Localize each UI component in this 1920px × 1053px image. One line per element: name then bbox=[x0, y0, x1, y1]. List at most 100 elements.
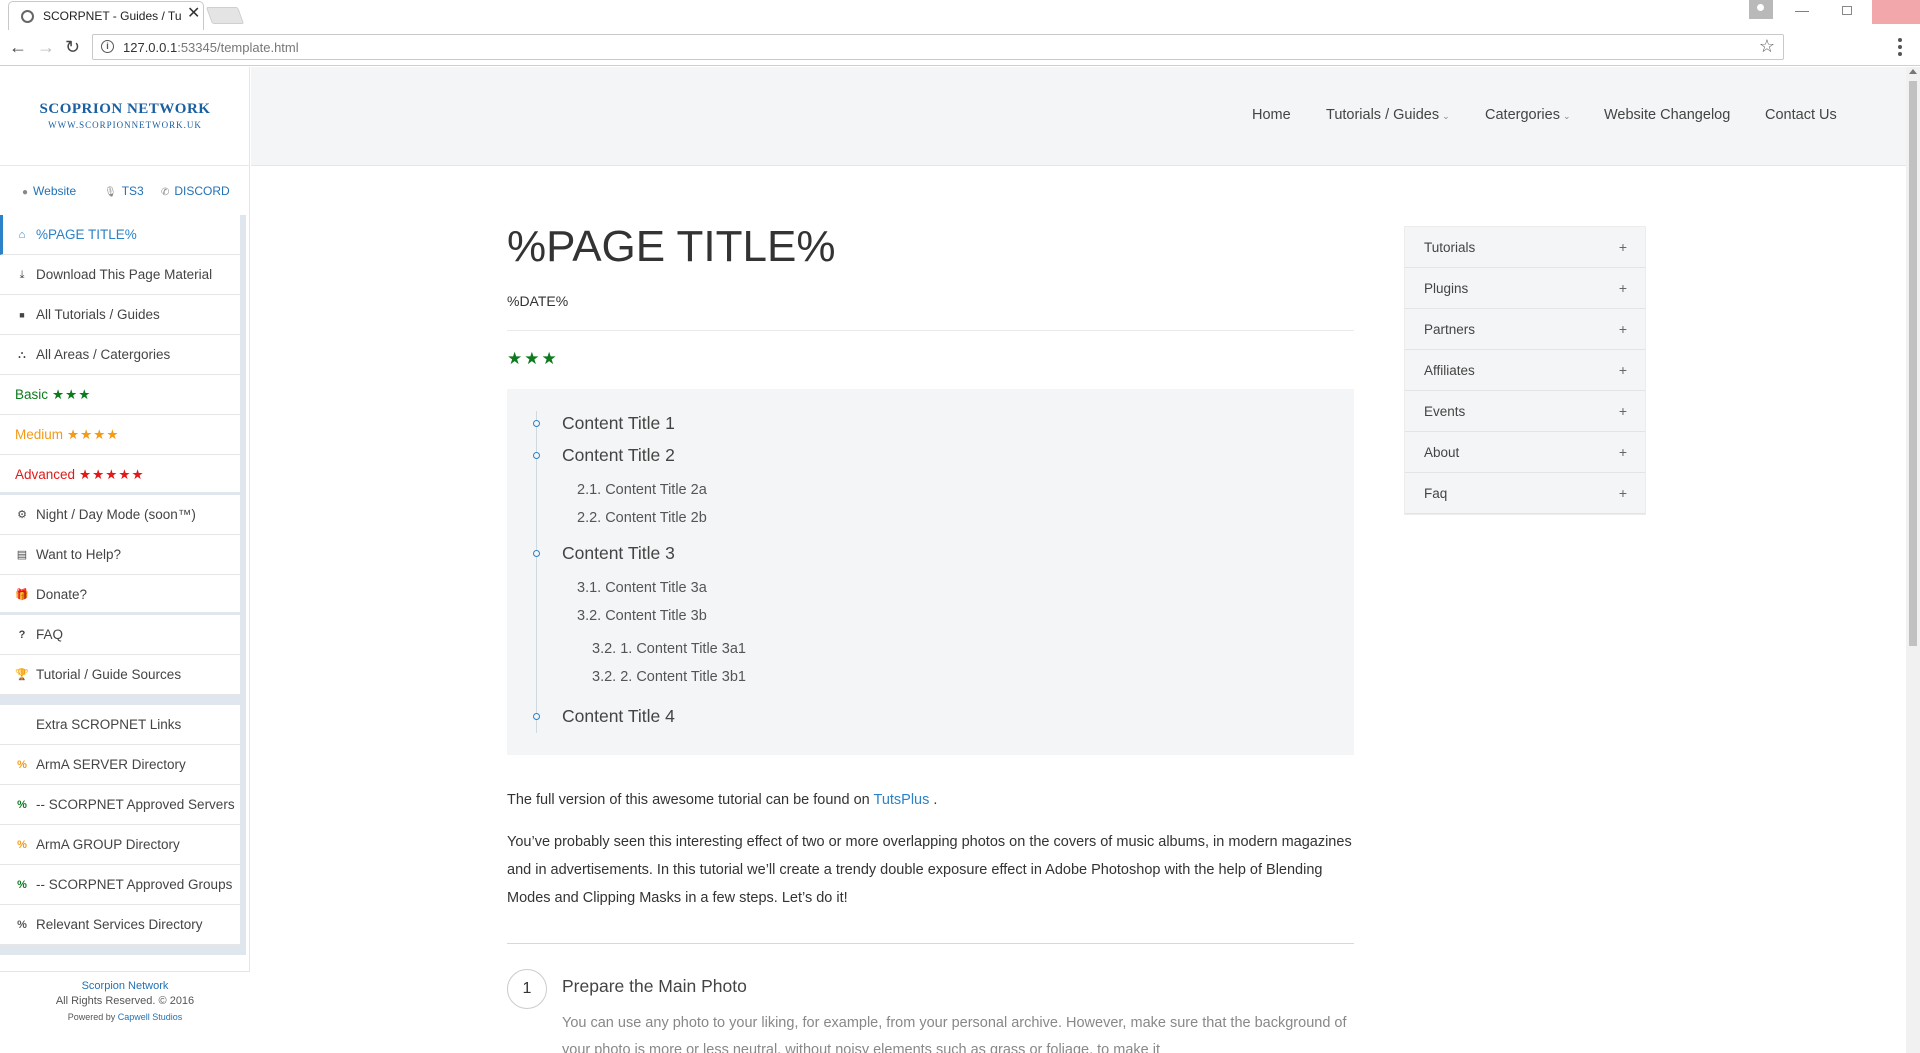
bookmark-star-icon[interactable]: ☆ bbox=[1759, 36, 1775, 57]
sidebar-item-all-tutorials[interactable]: ■ All Tutorials / Guides bbox=[0, 295, 240, 335]
toc-item[interactable]: 2.2. Content Title 2b bbox=[577, 510, 707, 526]
address-url[interactable]: 127.0.0.1:53345/template.html bbox=[123, 40, 299, 55]
tab-close-icon[interactable]: ✕ bbox=[187, 5, 200, 23]
cogs-icon: ⚙ bbox=[17, 509, 27, 521]
toc-item[interactable]: 3.1. Content Title 3a bbox=[577, 580, 707, 596]
page-title: %PAGE TITLE% bbox=[507, 222, 836, 271]
toc-item[interactable]: 3.2. Content Title 3b bbox=[577, 608, 707, 624]
accordion-item-faq[interactable]: Faq + bbox=[1405, 473, 1645, 514]
browser-toolbar: ← → ↻ i 127.0.0.1:53345/template.html ☆ bbox=[0, 30, 1920, 66]
scrollbar-thumb[interactable] bbox=[1909, 81, 1917, 646]
sidebar-item-page-title[interactable]: ⌂ %PAGE TITLE% bbox=[0, 215, 240, 255]
powered-by-link[interactable]: Capwell Studios bbox=[118, 1012, 183, 1022]
toc-item[interactable]: Content Title 4 bbox=[562, 706, 675, 727]
toc-item[interactable]: Content Title 1 bbox=[562, 413, 675, 434]
accordion-item-tutorials[interactable]: Tutorials + bbox=[1405, 227, 1645, 268]
plus-icon: + bbox=[1618, 403, 1627, 419]
nav-tutorials-guides[interactable]: Tutorials / Guides ⌄ bbox=[1326, 107, 1450, 123]
nav-website-changelog[interactable]: Website Changelog bbox=[1604, 107, 1730, 123]
sidebar-item-medium[interactable]: Medium ★★★★ bbox=[0, 415, 240, 455]
sidebar-link-approved-servers[interactable]: % -- SCORPNET Approved Servers bbox=[0, 785, 240, 825]
toc-item[interactable]: 3.2. 1. Content Title 3a1 bbox=[592, 641, 746, 657]
article-date: %DATE% bbox=[507, 293, 569, 309]
quick-link-discord[interactable]: ✆ DISCORD bbox=[161, 184, 230, 198]
sidebar-item-basic[interactable]: Basic ★★★ bbox=[0, 375, 240, 415]
tutsplus-link[interactable]: TutsPlus bbox=[874, 792, 930, 808]
footer-rights: All Rights Reserved. © 2016 bbox=[55, 995, 195, 1007]
sidebar-item-sources[interactable]: 🏆 Tutorial / Guide Sources bbox=[0, 655, 240, 695]
phone-icon: ✆ bbox=[161, 187, 170, 198]
toc-item[interactable]: 3.2. 2. Content Title 3b1 bbox=[592, 669, 746, 685]
quick-links: ● Website 🎙 TS3 ✆ DISCORD bbox=[0, 165, 250, 215]
basic-stars-icon: ★★★ bbox=[52, 387, 92, 402]
category-accordion: Tutorials + Plugins + Partners + Affiliates… bbox=[1404, 226, 1646, 515]
accordion-item-plugins[interactable]: Plugins + bbox=[1405, 268, 1645, 309]
back-icon[interactable]: ← bbox=[9, 36, 27, 58]
folder-icon: ■ bbox=[19, 310, 25, 320]
sitemap-icon: ⛬ bbox=[18, 349, 26, 361]
nav-categories[interactable]: Catergories ⌄ bbox=[1485, 107, 1571, 123]
accordion-item-about[interactable]: About + bbox=[1405, 432, 1645, 473]
sidebar-item-donate[interactable]: 🎁 Donate? bbox=[0, 575, 240, 615]
menu-divider bbox=[0, 945, 240, 955]
quick-link-website[interactable]: ● Website bbox=[22, 184, 76, 198]
sidebar-item-night-day[interactable]: ⚙ Night / Day Mode (soon™) bbox=[0, 495, 240, 535]
sidebar: SCOPRION NETWORK WWW.SCORPIONNETWORK.UK … bbox=[0, 67, 250, 1053]
forward-icon[interactable]: → bbox=[37, 36, 55, 58]
sidebar-link-services-directory[interactable]: % Relevant Services Directory bbox=[0, 905, 240, 945]
brand-logo[interactable]: SCOPRION NETWORK WWW.SCORPIONNETWORK.UK bbox=[0, 67, 250, 165]
accordion-item-affiliates[interactable]: Affiliates + bbox=[1405, 350, 1645, 391]
toc-item[interactable]: 2.1. Content Title 2a bbox=[577, 482, 707, 498]
article-paragraph: You’ve probably seen this interesting ef… bbox=[507, 834, 1352, 906]
divider bbox=[507, 943, 1354, 944]
footer-site-name[interactable]: Scorpion Network bbox=[0, 980, 250, 992]
sidebar-link-arma-server-directory[interactable]: % ArmA SERVER Directory bbox=[0, 745, 240, 785]
page-scrollbar[interactable] bbox=[1906, 67, 1920, 1053]
window-close-button[interactable] bbox=[1872, 0, 1920, 24]
browser-menu-icon[interactable] bbox=[1898, 38, 1902, 59]
nav-contact-us[interactable]: Contact Us bbox=[1765, 107, 1837, 123]
sidebar-item-advanced[interactable]: Advanced ★★★★★ bbox=[0, 455, 240, 495]
browser-tab[interactable]: SCORPNET - Guides / Tu ✕ bbox=[8, 1, 204, 30]
toc-item[interactable]: Content Title 2 bbox=[562, 445, 675, 466]
minimize-icon[interactable]: — bbox=[1795, 2, 1809, 18]
sidebar-item-download[interactable]: ⤓ Download This Page Material bbox=[0, 255, 240, 295]
plus-icon: + bbox=[1618, 280, 1627, 296]
sidebar-link-approved-groups[interactable]: % -- SCORPNET Approved Groups bbox=[0, 865, 240, 905]
link-icon: % bbox=[17, 759, 27, 771]
divider bbox=[507, 330, 1354, 331]
globe-icon: ● bbox=[22, 187, 29, 198]
sidebar-item-all-areas[interactable]: ⛬ All Areas / Catergories bbox=[0, 335, 240, 375]
new-tab-button[interactable] bbox=[205, 7, 245, 24]
sidebar-item-faq[interactable]: ? FAQ bbox=[0, 615, 240, 655]
home-icon: ⌂ bbox=[18, 229, 26, 241]
medium-stars-icon: ★★★★ bbox=[67, 427, 120, 442]
reload-icon[interactable]: ↻ bbox=[65, 36, 80, 58]
book-icon: ▤ bbox=[16, 549, 28, 561]
menu-divider bbox=[0, 695, 240, 705]
nav-home[interactable]: Home bbox=[1252, 107, 1291, 123]
plus-icon: + bbox=[1618, 485, 1627, 501]
step-text: You can use any photo to your liking, fo… bbox=[562, 1015, 1347, 1053]
user-profile-icon[interactable] bbox=[1749, 0, 1773, 19]
site-header: Home Tutorials / Guides ⌄ Catergories ⌄ We… bbox=[251, 67, 1906, 166]
address-bar[interactable]: i 127.0.0.1:53345/template.html ☆ bbox=[92, 34, 1784, 60]
favicon-icon bbox=[21, 10, 34, 23]
browser-tab-bar: SCORPNET - Guides / Tu ✕ — bbox=[0, 0, 1920, 30]
plus-icon: + bbox=[1618, 362, 1627, 378]
toc-bullet bbox=[533, 452, 540, 459]
sidebar-item-help[interactable]: ▤ Want to Help? bbox=[0, 535, 240, 575]
toc-item[interactable]: Content Title 3 bbox=[562, 543, 675, 564]
scroll-up-icon[interactable] bbox=[1909, 69, 1917, 74]
sidebar-link-arma-group-directory[interactable]: % ArmA GROUP Directory bbox=[0, 825, 240, 865]
brand-url: WWW.SCORPIONNETWORK.UK bbox=[48, 120, 202, 130]
maximize-icon[interactable] bbox=[1842, 6, 1852, 15]
link-icon: % bbox=[17, 839, 27, 851]
quick-link-ts3[interactable]: 🎙 TS3 bbox=[104, 184, 144, 198]
accordion-item-events[interactable]: Events + bbox=[1405, 391, 1645, 432]
page: SCOPRION NETWORK WWW.SCORPIONNETWORK.UK … bbox=[0, 67, 1906, 1053]
accordion-item-partners[interactable]: Partners + bbox=[1405, 309, 1645, 350]
table-of-contents: Content Title 1 Content Title 2 2.1. Con… bbox=[507, 389, 1354, 755]
step-title: Prepare the Main Photo bbox=[562, 976, 747, 996]
site-info-icon[interactable]: i bbox=[101, 40, 114, 53]
